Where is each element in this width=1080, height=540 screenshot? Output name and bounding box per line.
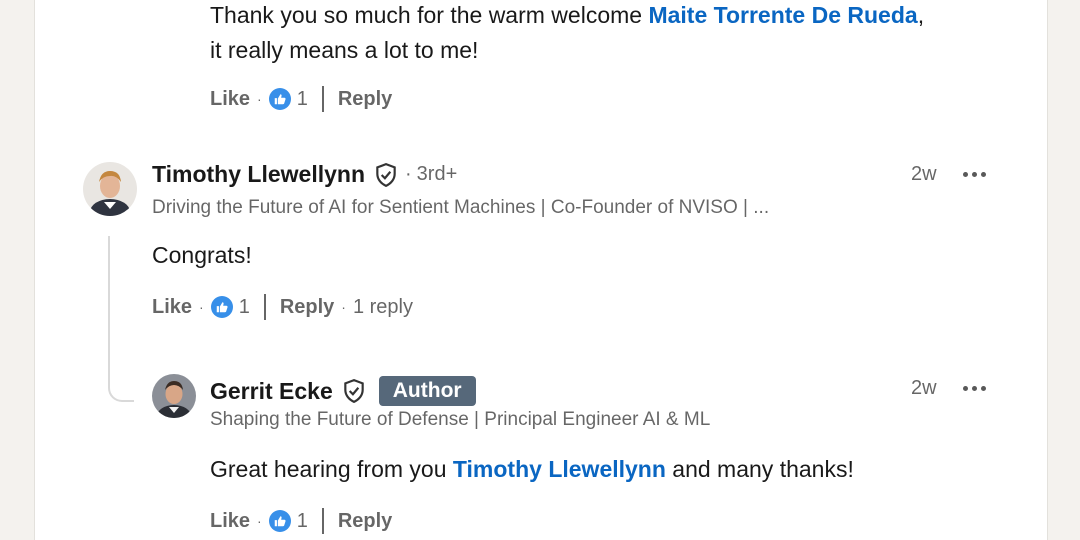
like-count[interactable]: 1 (239, 296, 250, 319)
comment-actions: Like · 1 Reply · 1 reply (152, 294, 413, 320)
separator-dot: · (199, 299, 204, 315)
reply-text-part: and many thanks! (665, 456, 854, 482)
like-count[interactable]: 1 (297, 88, 308, 111)
comment-header: Timothy Llewellynn · 3rd+ (152, 161, 457, 188)
avatar[interactable] (83, 162, 137, 216)
timestamp: 2w (911, 377, 937, 399)
author-name[interactable]: Timothy Llewellynn (152, 161, 365, 188)
separator-dot: · (257, 513, 262, 529)
like-button[interactable]: Like (210, 510, 250, 533)
separator-dot: · (405, 163, 412, 185)
separator-dot: · (341, 299, 346, 315)
reply-actions: Like · 1 Reply (210, 508, 392, 534)
author-name[interactable]: Gerrit Ecke (210, 378, 333, 405)
author-headline: Driving the Future of AI for Sentient Ma… (152, 197, 770, 218)
separator-dot: · (257, 91, 262, 107)
replies-count-link[interactable]: 1 reply (353, 296, 413, 319)
mention-link[interactable]: Timothy Llewellynn (453, 456, 666, 482)
verified-shield-icon (341, 378, 367, 404)
divider (321, 86, 324, 112)
reply-button[interactable]: Reply (338, 510, 392, 533)
reply-button[interactable]: Reply (338, 88, 392, 111)
reply-text-part: Great hearing from you (210, 456, 453, 482)
reply-text-part: , (917, 2, 925, 28)
avatar[interactable] (152, 374, 196, 418)
more-options-icon[interactable] (963, 386, 986, 391)
verified-shield-icon (373, 162, 399, 188)
thumbs-up-icon[interactable] (268, 88, 291, 110)
reply-text: Thank you so much for the warm welcome M… (210, 0, 924, 33)
thumbs-up-icon[interactable] (210, 296, 233, 318)
reply-button[interactable]: Reply (280, 296, 334, 319)
thumbs-up-icon[interactable] (268, 510, 291, 532)
reply-text-part: Thank you so much for the warm welcome (210, 2, 649, 28)
like-count[interactable]: 1 (297, 510, 308, 533)
divider (321, 508, 324, 534)
divider (263, 294, 266, 320)
like-button[interactable]: Like (210, 88, 250, 111)
reply-actions: Like · 1 Reply (210, 86, 392, 112)
connection-degree: 3rd+ (416, 163, 458, 185)
author-badge: Author (378, 376, 476, 406)
like-button[interactable]: Like (152, 296, 192, 319)
more-options-icon[interactable] (963, 172, 986, 177)
reply-text: Great hearing from you Timothy Llewellyn… (210, 451, 854, 487)
timestamp: 2w (911, 163, 937, 185)
reply-text-line2: it really means a lot to me! (210, 37, 479, 63)
comment-text: Congrats! (152, 242, 252, 268)
author-headline: Shaping the Future of Defense | Principa… (210, 409, 711, 430)
mention-link[interactable]: Maite Torrente De Rueda (648, 2, 917, 28)
reply-header: Gerrit Ecke Author (210, 376, 476, 406)
thread-connector (108, 236, 134, 402)
